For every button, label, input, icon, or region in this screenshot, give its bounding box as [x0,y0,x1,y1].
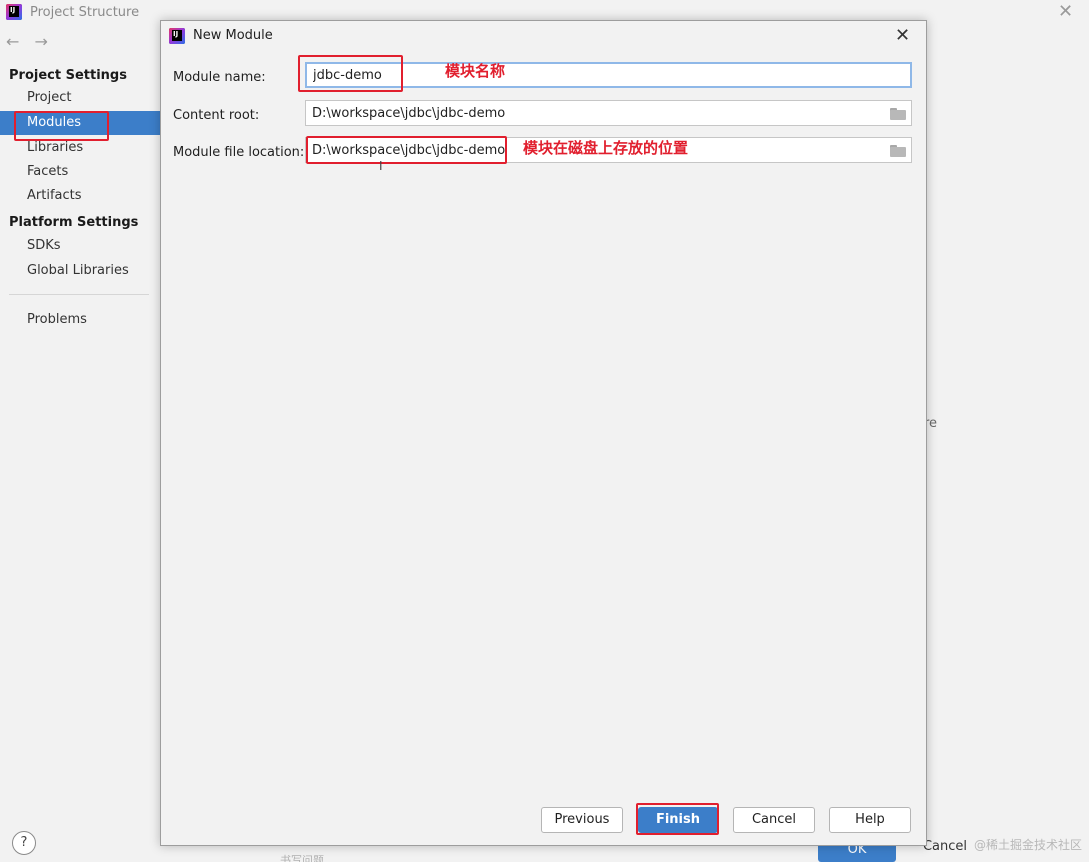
content-root-label: Content root: [173,108,260,123]
module-name-input[interactable] [305,62,912,88]
modules-highlight-box [14,111,109,141]
dialog-titlebar: New Module ✕ [161,21,926,51]
intellij-idea-icon [169,28,185,44]
new-module-dialog: New Module ✕ Module name: Content root: … [160,20,927,846]
content-root-input[interactable] [305,100,912,126]
dialog-title: New Module [193,28,273,43]
sidebar-item-project[interactable]: Project [27,87,71,109]
help-button[interactable]: Help [829,807,911,833]
text-cursor-icon: I [379,159,383,173]
project-structure-title: Project Structure [30,5,140,20]
module-name-annotation: 模块名称 [445,62,506,80]
sidebar-header-platform-settings: Platform Settings [9,215,139,230]
previous-button[interactable]: Previous [541,807,623,833]
background-bottom-fragment: 书写问题 [280,854,324,862]
watermark: @稀土掘金技术社区 [974,838,1083,852]
close-icon[interactable]: ✕ [895,26,910,46]
sidebar-divider [9,294,149,295]
sidebar-item-sdks[interactable]: SDKs [27,235,61,257]
sidebar-item-problems[interactable]: Problems [27,309,87,331]
folder-icon[interactable] [890,145,906,157]
finish-button[interactable]: Finish [638,807,718,833]
sidebar-item-facets[interactable]: Facets [27,161,68,183]
intellij-idea-icon [6,4,22,20]
module-name-label: Module name: [173,70,266,85]
sidebar-item-global-libraries[interactable]: Global Libraries [27,260,129,282]
close-icon[interactable]: ✕ [1058,2,1073,22]
nav-arrows: ← → [6,32,58,51]
location-annotation: 模块在磁盘上存放的位置 [523,139,689,157]
module-file-location-label: Module file location: [173,145,305,160]
help-icon[interactable]: ? [12,831,36,855]
folder-icon[interactable] [890,108,906,120]
sidebar-header-project-settings: Project Settings [9,68,127,83]
cancel-button[interactable]: Cancel [733,807,815,833]
forward-arrow-icon[interactable]: → [35,32,48,51]
back-arrow-icon[interactable]: ← [6,32,19,51]
sidebar-item-artifacts[interactable]: Artifacts [27,185,82,207]
